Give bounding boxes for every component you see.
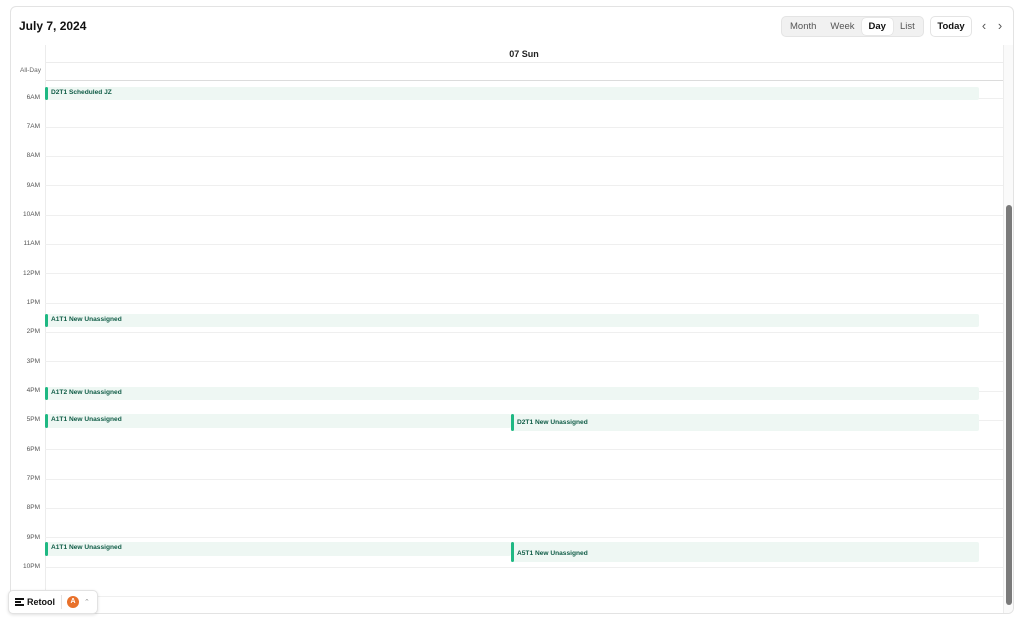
hour-line [45,273,1003,274]
day-column-header: 07 Sun [45,45,1003,63]
time-label: 3PM [26,358,40,365]
time-label: 6PM [26,446,40,453]
calendar-widget: July 7, 2024 Month Week Day List Today ‹… [10,6,1014,614]
time-label: 6AM [26,94,40,101]
chevron-left-icon[interactable]: ‹ [977,18,991,34]
time-label: 7PM [26,475,40,482]
time-label: 9AM [26,182,40,189]
event-title: A1T1 New Unassigned [51,544,122,551]
calendar-event[interactable]: A1T1 New Unassigned [45,542,511,556]
time-label: 8AM [26,152,40,159]
time-label: 5PM [26,416,40,423]
retool-label: Retool [27,597,55,607]
event-title: D2T1 New Unassigned [517,419,588,426]
current-date-title: July 7, 2024 [19,19,87,33]
hour-line [45,215,1003,216]
allday-row[interactable] [45,63,1003,81]
event-title: A1T1 New Unassigned [51,316,122,323]
hour-line [45,508,1003,509]
calendar-event[interactable]: D2T1 New Unassigned [511,414,979,431]
time-label: 2PM [26,328,40,335]
hour-line [45,127,1003,128]
event-title: A1T2 New Unassigned [51,389,122,396]
hour-line [45,361,1003,362]
time-label: 9PM [26,534,40,541]
divider [61,595,62,609]
calendar-event[interactable]: A1T1 New Unassigned [45,414,511,428]
today-button[interactable]: Today [930,16,972,37]
time-label: 8PM [26,504,40,511]
allday-label: All-Day [20,67,41,74]
hour-line [45,567,1003,568]
calendar-event[interactable]: D2T1 Scheduled JZ [45,87,979,100]
time-label: 4PM [26,387,40,394]
hour-line [45,185,1003,186]
time-label: 10PM [23,563,40,570]
time-grid[interactable]: 6AM 7AM 8AM 9AM 10AM 11AM 12PM 1PM 2PM 3… [23,81,1003,613]
event-title: A1T1 New Unassigned [51,416,122,423]
time-label: 1PM [26,299,40,306]
event-title: A5T1 New Unassigned [517,550,588,557]
vertical-scrollbar[interactable] [1003,45,1013,613]
hour-line [45,332,1003,333]
time-label: 11AM [23,240,41,247]
hour-line [45,156,1003,157]
hour-line [45,537,1003,538]
hour-line [45,449,1003,450]
hour-line [45,303,1003,304]
hour-line [45,244,1003,245]
time-label: 7AM [26,123,40,130]
view-week-button[interactable]: Week [823,18,861,35]
retool-logo-icon [15,598,24,606]
view-day-button[interactable]: Day [861,18,893,35]
calendar-event[interactable]: A5T1 New Unassigned [511,542,979,562]
view-list-button[interactable]: List [893,18,922,35]
time-label: 10AM [23,211,40,218]
view-month-button[interactable]: Month [783,18,823,35]
event-title: D2T1 Scheduled JZ [51,89,112,96]
hour-line [45,479,1003,480]
retool-badge[interactable]: Retool A ⌃ [8,590,98,614]
view-switcher: Month Week Day List [781,16,924,37]
hour-line [45,596,1003,597]
time-label: 12PM [23,270,40,277]
chevron-right-icon[interactable]: › [993,18,1007,34]
calendar-event[interactable]: A1T2 New Unassigned [45,387,979,400]
calendar-event[interactable]: A1T1 New Unassigned [45,314,979,327]
avatar[interactable]: A [67,596,79,608]
scrollbar-thumb[interactable] [1006,205,1012,605]
chevron-up-icon[interactable]: ⌃ [84,598,90,606]
